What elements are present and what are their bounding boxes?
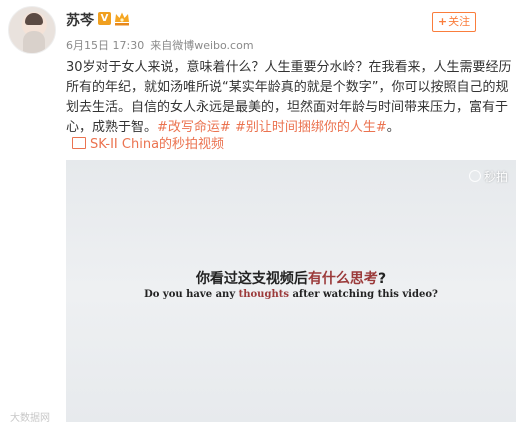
video-icon — [72, 137, 86, 149]
en-prefix: Do you have any — [144, 289, 239, 300]
site-watermark: 大数据网 — [10, 413, 50, 424]
avatar-figure — [23, 31, 45, 53]
video-question-chinese: 你看过这支视频后有什么思考? — [66, 268, 516, 288]
cn-suffix: ? — [377, 271, 387, 287]
follow-button[interactable]: +关注 — [432, 12, 476, 32]
source-prefix: 来自 — [150, 39, 173, 52]
video-link[interactable]: SK-II China的秒拍视频 — [72, 135, 224, 155]
post-source[interactable]: 微博weibo.com — [172, 39, 253, 52]
video-watermark: 秒拍 — [468, 168, 508, 185]
follow-label: 关注 — [448, 15, 471, 28]
video-question-english: Do you have any thoughts after watching … — [66, 289, 516, 300]
avatar-hair — [25, 13, 43, 25]
post-text: 30岁对于女人来说，意味着什么？人生重要分水岭？在我看来，人生需要经历所有的年纪… — [66, 58, 516, 138]
verified-badge-icon: V — [98, 12, 111, 25]
cn-prefix: 你看过这支视频后 — [195, 271, 308, 287]
author-name[interactable]: 苏芩 — [66, 10, 94, 30]
plus-icon: + — [437, 15, 448, 28]
post-meta: 6月15日 17:30 来自微博weibo.com — [66, 37, 260, 53]
watermark-label: 秒拍 — [483, 170, 508, 184]
en-suffix: after watching this video? — [288, 289, 438, 300]
topic-link[interactable]: #别让时间捆绑你的人生# — [235, 120, 387, 135]
cn-highlight: 有什么思考 — [307, 271, 378, 287]
avatar[interactable] — [8, 6, 56, 54]
topic-link[interactable]: #改写命运# — [157, 120, 231, 135]
post-date[interactable]: 6月15日 17:30 — [66, 39, 144, 52]
post-end: 。 — [386, 120, 400, 135]
crown-icon — [115, 12, 129, 26]
en-highlight: thoughts — [238, 289, 289, 300]
miaopai-icon — [468, 170, 481, 182]
video-link-label: SK-II China的秒拍视频 — [90, 137, 225, 152]
video-player[interactable]: 秒拍 你看过这支视频后有什么思考? Do you have any though… — [66, 160, 516, 422]
